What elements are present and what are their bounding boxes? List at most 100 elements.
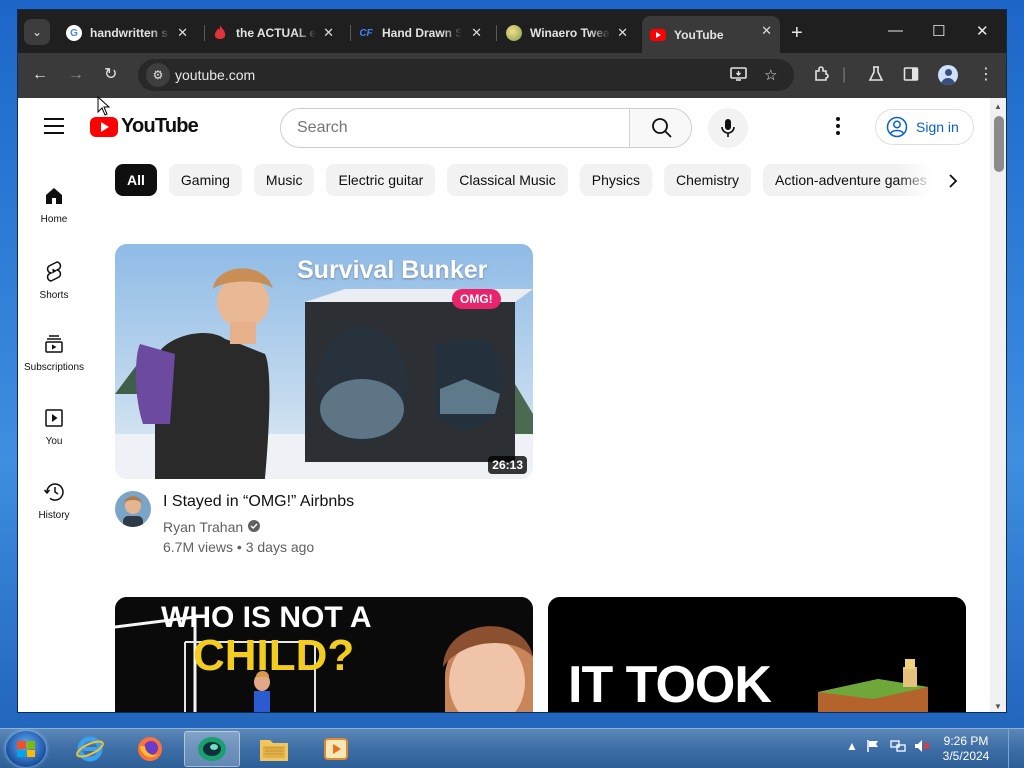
close-tab-icon[interactable]: ✕ bbox=[471, 25, 482, 41]
home-icon bbox=[46, 188, 62, 204]
taskbar-file-explorer[interactable] bbox=[246, 731, 302, 767]
guide-label: Shorts bbox=[39, 290, 69, 301]
tab-handwritten[interactable]: G handwritten s ✕ bbox=[58, 18, 196, 48]
tab-search-button[interactable]: ⌄ bbox=[24, 19, 50, 45]
search-input[interactable] bbox=[281, 109, 629, 147]
chip-music[interactable]: Music bbox=[253, 164, 315, 196]
verified-check-icon bbox=[248, 519, 261, 535]
chevron-right-icon[interactable] bbox=[948, 174, 958, 193]
chip-all[interactable]: All bbox=[115, 164, 157, 196]
youtube-play-icon bbox=[90, 116, 118, 137]
video-title[interactable]: I Stayed in “OMG!” Airbnbs bbox=[163, 493, 354, 511]
search-box bbox=[280, 108, 692, 148]
scroll-down-arrow-icon[interactable]: ▼ bbox=[994, 702, 1002, 711]
video-metadata: 6.7M views • 3 days ago bbox=[163, 539, 314, 555]
chip-chemistry[interactable]: Chemistry bbox=[664, 164, 752, 196]
guide-item-home[interactable]: Home bbox=[18, 172, 90, 246]
video-channel-row: Ryan Trahan bbox=[163, 519, 261, 535]
system-clock[interactable]: 9:26 PM 3/5/2024 bbox=[936, 734, 996, 764]
tab-title: Winaero Twea bbox=[530, 26, 610, 40]
show-hidden-icons-arrow[interactable]: ▲ bbox=[846, 739, 858, 753]
close-tab-icon[interactable]: ✕ bbox=[761, 23, 772, 39]
show-desktop-button[interactable] bbox=[1008, 729, 1024, 768]
minimize-icon[interactable]: — bbox=[888, 22, 903, 39]
extensions-icon[interactable] bbox=[814, 66, 830, 87]
guide-item-subscriptions[interactable]: Subscriptions bbox=[18, 320, 90, 394]
taskbar-chrome-beta[interactable] bbox=[184, 731, 240, 767]
voice-search-button[interactable] bbox=[708, 108, 748, 148]
labs-flask-icon[interactable] bbox=[868, 66, 884, 87]
page-scrollbar[interactable]: ▲ ▼ bbox=[990, 98, 1006, 712]
chip-bar: All Gaming Music Electric guitar Classical M… bbox=[115, 164, 945, 200]
close-tab-icon[interactable]: ✕ bbox=[177, 25, 188, 41]
start-button[interactable] bbox=[6, 731, 46, 767]
close-tab-icon[interactable]: ✕ bbox=[323, 25, 334, 41]
maximize-icon[interactable]: ☐ bbox=[932, 22, 945, 40]
flame-icon bbox=[212, 25, 228, 41]
site-info-icon[interactable]: ⚙ bbox=[146, 63, 170, 87]
youtube-logo[interactable]: YouTube bbox=[90, 115, 199, 138]
taskbar-internet-explorer[interactable] bbox=[62, 731, 118, 767]
settings-more-icon[interactable] bbox=[836, 117, 840, 135]
tab-actual[interactable]: the ACTUAL e ✕ bbox=[204, 18, 342, 48]
guide-label: Subscriptions bbox=[23, 362, 85, 373]
guide-item-you[interactable]: You bbox=[18, 394, 90, 468]
youtube-page: YouTube Sign in Home Shorts bbox=[18, 98, 990, 712]
taskbar-media-player[interactable] bbox=[308, 731, 364, 767]
windows-logo-icon bbox=[17, 741, 35, 757]
sign-in-label: Sign in bbox=[916, 119, 959, 135]
video-thumbnail[interactable]: WHO IS NOT A CHILD? bbox=[115, 597, 533, 712]
tab-title: the ACTUAL e bbox=[236, 26, 316, 40]
action-center-flag-icon[interactable] bbox=[866, 739, 880, 756]
profile-avatar-icon[interactable] bbox=[938, 65, 958, 85]
chip-fade bbox=[898, 164, 948, 198]
video-card[interactable]: Survival Bunker OMG! 26:13 I Stayed in “… bbox=[115, 244, 533, 564]
video-thumbnail[interactable]: IT TOOK bbox=[548, 597, 966, 712]
bookmark-star-icon[interactable]: ☆ bbox=[764, 66, 777, 84]
meta-separator: • bbox=[236, 539, 246, 555]
guide-menu-icon[interactable] bbox=[44, 118, 64, 139]
shorts-icon bbox=[46, 261, 62, 282]
guide-item-history[interactable]: History bbox=[18, 468, 90, 542]
account-circle-icon bbox=[886, 116, 908, 138]
tab-strip: ⌄ G handwritten s ✕ the ACTUAL e ✕ CF Ha… bbox=[18, 10, 1006, 53]
tab-divider bbox=[496, 25, 497, 41]
guide-label: History bbox=[38, 510, 70, 521]
toolbar-divider: | bbox=[842, 66, 847, 83]
forward-arrow-icon[interactable]: → bbox=[68, 66, 84, 84]
tab-youtube[interactable]: YouTube ✕ bbox=[642, 16, 780, 53]
chip-electric-guitar[interactable]: Electric guitar bbox=[326, 164, 436, 196]
new-tab-plus-icon[interactable]: + bbox=[791, 22, 803, 45]
chrome-window: ⌄ G handwritten s ✕ the ACTUAL e ✕ CF Ha… bbox=[17, 9, 1007, 713]
chip-classical-music[interactable]: Classical Music bbox=[447, 164, 568, 196]
chip-physics[interactable]: Physics bbox=[579, 164, 652, 196]
guide-item-shorts[interactable]: Shorts bbox=[18, 246, 90, 320]
windows-taskbar: ▲ 9:26 PM 3/5/2024 bbox=[0, 728, 1024, 768]
install-app-icon[interactable] bbox=[730, 66, 748, 86]
clock-time: 9:26 PM bbox=[943, 734, 989, 748]
volume-muted-icon[interactable] bbox=[914, 739, 930, 756]
chip-gaming[interactable]: Gaming bbox=[168, 164, 242, 196]
video-thumbnail[interactable]: Survival Bunker OMG! 26:13 bbox=[115, 244, 533, 479]
close-tab-icon[interactable]: ✕ bbox=[617, 25, 628, 41]
clock-date: 3/5/2024 bbox=[942, 749, 990, 763]
channel-name[interactable]: Ryan Trahan bbox=[163, 519, 243, 535]
taskbar-firefox[interactable] bbox=[122, 731, 178, 767]
url-text: youtube.com bbox=[175, 67, 256, 83]
side-panel-icon[interactable] bbox=[903, 66, 919, 87]
address-bar[interactable]: ⚙ youtube.com ☆ bbox=[138, 59, 794, 91]
scroll-up-arrow-icon[interactable]: ▲ bbox=[994, 102, 1002, 111]
mouse-cursor-icon bbox=[97, 96, 111, 116]
sign-in-button[interactable]: Sign in bbox=[875, 109, 974, 145]
channel-avatar[interactable] bbox=[115, 491, 151, 527]
tab-hand-drawn[interactable]: CF Hand Drawn S ✕ bbox=[350, 18, 490, 48]
back-arrow-icon[interactable]: ← bbox=[32, 66, 48, 84]
reload-icon[interactable]: ↻ bbox=[104, 66, 117, 84]
network-icon[interactable] bbox=[890, 739, 906, 756]
close-window-icon[interactable]: ✕ bbox=[976, 22, 989, 40]
tab-winaero[interactable]: Winaero Twea ✕ bbox=[498, 18, 636, 48]
chrome-menu-icon[interactable]: ⋮ bbox=[978, 66, 994, 84]
search-button[interactable] bbox=[629, 109, 691, 147]
scrollbar-thumb[interactable] bbox=[994, 116, 1004, 172]
tab-title: YouTube bbox=[674, 27, 724, 42]
